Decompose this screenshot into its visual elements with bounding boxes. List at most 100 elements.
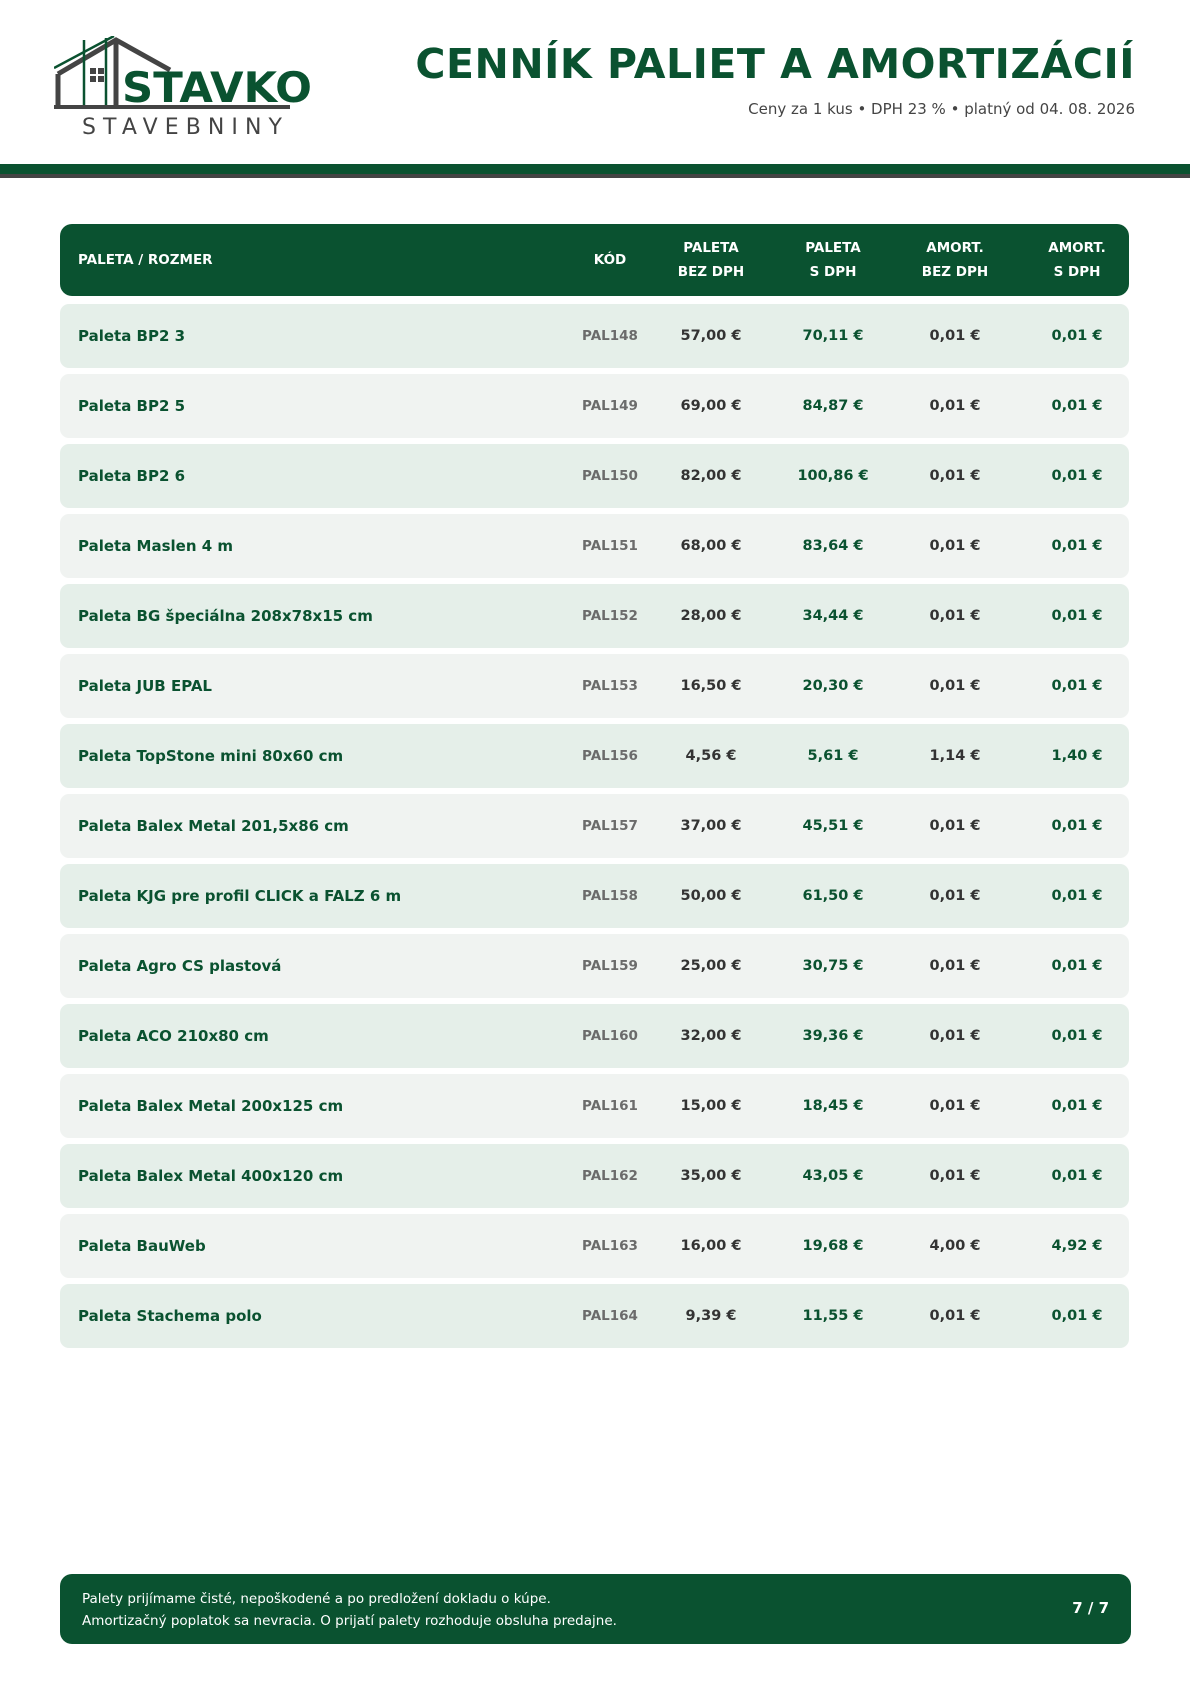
page-number: 7 / 7: [1072, 1599, 1109, 1617]
row-code: PAL160: [582, 1028, 638, 1044]
row-name: Paleta TopStone mini 80x60 cm: [78, 747, 344, 765]
row-code: PAL161: [582, 1098, 638, 1114]
row-amort-bez-dph: 0,01 €: [929, 1098, 981, 1114]
row-paleta-bez-dph: 32,00 €: [680, 1028, 742, 1044]
row-paleta-bez-dph: 16,00 €: [680, 1238, 742, 1254]
stavko-logo: STAVKO STAVEBNINY: [54, 36, 312, 140]
row-paleta-s-dph: 45,51 €: [802, 818, 864, 834]
row-amort-bez-dph: 0,01 €: [929, 1308, 981, 1324]
row-amort-s-dph: 0,01 €: [1051, 1308, 1103, 1324]
row-amort-s-dph: 0,01 €: [1051, 818, 1103, 834]
table-row: Paleta BP2 6 PAL150 82,00 € 100,86 € 0,0…: [60, 444, 1129, 508]
row-amort-bez-dph: 0,01 €: [929, 468, 981, 484]
row-amort-bez-dph: 0,01 €: [929, 328, 981, 344]
header-name: PALETA / ROZMER: [78, 252, 213, 268]
row-code: PAL163: [582, 1238, 638, 1254]
row-amort-bez-dph: 0,01 €: [929, 1168, 981, 1184]
row-code: PAL164: [582, 1308, 638, 1324]
table-row: Paleta BauWeb PAL163 16,00 € 19,68 € 4,0…: [60, 1214, 1129, 1278]
row-code: PAL152: [582, 608, 638, 624]
row-code: PAL151: [582, 538, 638, 554]
row-name: Paleta BP2 6: [78, 467, 186, 485]
row-amort-bez-dph: 4,00 €: [929, 1238, 981, 1254]
row-paleta-s-dph: 19,68 €: [802, 1238, 864, 1254]
page-title: CENNÍK PALIET A AMORTIZÁCIÍ: [415, 40, 1135, 88]
table-row: Paleta KJG pre profil CLICK a FALZ 6 m P…: [60, 864, 1129, 928]
table-row: Paleta BP2 3 PAL148 57,00 € 70,11 € 0,01…: [60, 304, 1129, 368]
row-paleta-bez-dph: 68,00 €: [680, 538, 742, 554]
table-row: Paleta Stachema polo PAL164 9,39 € 11,55…: [60, 1284, 1129, 1348]
table-row: Paleta ACO 210x80 cm PAL160 32,00 € 39,3…: [60, 1004, 1129, 1068]
row-name: Paleta Maslen 4 m: [78, 537, 234, 555]
row-paleta-bez-dph: 15,00 €: [680, 1098, 742, 1114]
row-paleta-s-dph: 11,55 €: [802, 1308, 864, 1324]
table-row: Paleta BP2 5 PAL149 69,00 € 84,87 € 0,01…: [60, 374, 1129, 438]
row-paleta-bez-dph: 50,00 €: [680, 888, 742, 904]
row-amort-bez-dph: 0,01 €: [929, 1028, 981, 1044]
row-paleta-s-dph: 20,30 €: [802, 678, 864, 694]
row-name: Paleta Stachema polo: [78, 1307, 262, 1325]
row-paleta-s-dph: 34,44 €: [802, 608, 864, 624]
row-name: Paleta Balex Metal 201,5x86 cm: [78, 817, 349, 835]
row-name: Paleta BG špeciálna 208x78x15 cm: [78, 607, 373, 625]
row-code: PAL150: [582, 468, 638, 484]
row-amort-bez-dph: 0,01 €: [929, 678, 981, 694]
row-amort-s-dph: 0,01 €: [1051, 398, 1103, 414]
row-paleta-s-dph: 100,86 €: [797, 468, 869, 484]
row-code: PAL156: [582, 748, 638, 764]
row-code: PAL153: [582, 678, 638, 694]
footer-note: Palety prijímame čisté, nepoškodené a po…: [60, 1574, 1131, 1644]
row-name: Paleta JUB EPAL: [78, 677, 212, 695]
row-amort-s-dph: 0,01 €: [1051, 1028, 1103, 1044]
row-paleta-bez-dph: 69,00 €: [680, 398, 742, 414]
row-amort-s-dph: 0,01 €: [1051, 1168, 1103, 1184]
table-row: Paleta TopStone mini 80x60 cm PAL156 4,5…: [60, 724, 1129, 788]
row-paleta-s-dph: 30,75 €: [802, 958, 864, 974]
table-row: Paleta Maslen 4 m PAL151 68,00 € 83,64 €…: [60, 514, 1129, 578]
row-amort-s-dph: 0,01 €: [1051, 328, 1103, 344]
row-amort-s-dph: 0,01 €: [1051, 958, 1103, 974]
row-code: PAL149: [582, 398, 638, 414]
row-amort-bez-dph: 0,01 €: [929, 608, 981, 624]
footer-line-1: Palety prijímame čisté, nepoškodené a po…: [82, 1591, 551, 1607]
table-row: Paleta JUB EPAL PAL153 16,50 € 20,30 € 0…: [60, 654, 1129, 718]
row-amort-s-dph: 0,01 €: [1051, 538, 1103, 554]
row-amort-s-dph: 0,01 €: [1051, 1098, 1103, 1114]
row-paleta-s-dph: 18,45 €: [802, 1098, 864, 1114]
row-paleta-bez-dph: 4,56 €: [685, 748, 737, 764]
row-code: PAL157: [582, 818, 638, 834]
row-amort-s-dph: 4,92 €: [1051, 1238, 1103, 1254]
row-paleta-bez-dph: 57,00 €: [680, 328, 742, 344]
row-paleta-bez-dph: 25,00 €: [680, 958, 742, 974]
page-subtitle: Ceny za 1 kus • DPH 23 % • platný od 04.…: [748, 100, 1135, 118]
table-header: PALETA / ROZMER KÓD PALETA BEZ DPH PALETA…: [60, 224, 1129, 296]
row-paleta-s-dph: 84,87 €: [802, 398, 864, 414]
footer-line-2: Amortizačný poplatok sa nevracia. O prij…: [82, 1613, 617, 1629]
row-amort-bez-dph: 0,01 €: [929, 958, 981, 974]
row-amort-bez-dph: 0,01 €: [929, 398, 981, 414]
window-icon: [90, 68, 104, 82]
brand-tagline: STAVEBNINY: [82, 115, 288, 140]
row-name: Paleta ACO 210x80 cm: [78, 1027, 269, 1045]
row-paleta-bez-dph: 28,00 €: [680, 608, 742, 624]
row-paleta-bez-dph: 9,39 €: [685, 1308, 737, 1324]
row-code: PAL158: [582, 888, 638, 904]
header-code: KÓD: [593, 252, 627, 268]
row-amort-s-dph: 0,01 €: [1051, 608, 1103, 624]
table-row: Paleta Balex Metal 201,5x86 cm PAL157 37…: [60, 794, 1129, 858]
row-paleta-s-dph: 61,50 €: [802, 888, 864, 904]
table-row: Paleta Balex Metal 200x125 cm PAL161 15,…: [60, 1074, 1129, 1138]
table-row: Paleta BG špeciálna 208x78x15 cm PAL152 …: [60, 584, 1129, 648]
row-paleta-bez-dph: 82,00 €: [680, 468, 742, 484]
row-amort-s-dph: 0,01 €: [1051, 678, 1103, 694]
row-name: Paleta BP2 3: [78, 327, 186, 345]
row-name: Paleta BP2 5: [78, 397, 186, 415]
header-paleta-bez-dph: PALETA BEZ DPH: [677, 240, 745, 280]
row-name: Paleta Balex Metal 400x120 cm: [78, 1167, 344, 1185]
row-name: Paleta KJG pre profil CLICK a FALZ 6 m: [78, 887, 402, 905]
row-amort-bez-dph: 0,01 €: [929, 538, 981, 554]
row-paleta-s-dph: 70,11 €: [802, 328, 864, 344]
table-row: Paleta Balex Metal 400x120 cm PAL162 35,…: [60, 1144, 1129, 1208]
row-amort-bez-dph: 0,01 €: [929, 818, 981, 834]
row-amort-s-dph: 1,40 €: [1051, 748, 1103, 764]
